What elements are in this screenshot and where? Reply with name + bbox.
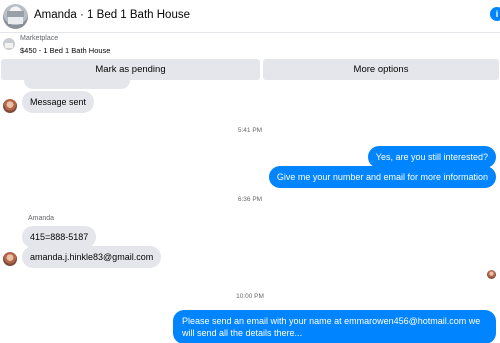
more-options-button[interactable]: More options — [263, 59, 499, 80]
message-sent-bubble: Message sent — [22, 91, 95, 113]
outgoing-message: Yes, are you still interested? — [367, 146, 496, 168]
timestamp: 5:41 PM — [237, 127, 263, 134]
incoming-message: 415=888-5187 — [22, 226, 97, 248]
mark-as-pending-button[interactable]: Mark as pending — [1, 59, 260, 80]
outgoing-message: Please send an email with your name at e… — [173, 310, 496, 343]
conversation-title[interactable]: Amanda · 1 Bed 1 Bath House — [34, 9, 190, 21]
outgoing-message: Give me your number and email for more i… — [268, 166, 496, 188]
contact-avatar[interactable] — [3, 99, 17, 113]
sender-name: Amanda — [28, 215, 55, 222]
incoming-message: amanda.j.hinkle83@gmail.com — [22, 246, 162, 268]
listing-title[interactable]: $450 - 1 Bed 1 Bath House — [20, 46, 110, 55]
timestamp: 6:36 PM — [237, 196, 263, 203]
read-receipt-avatar — [487, 270, 496, 279]
contact-avatar[interactable] — [3, 252, 17, 266]
timestamp: 10:00 PM — [236, 293, 264, 300]
info-icon[interactable]: i — [490, 7, 500, 21]
marketplace-label: Marketplace — [20, 35, 59, 42]
chat-header: Amanda · 1 Bed 1 Bath House i — [0, 0, 500, 33]
listing-avatar[interactable] — [3, 4, 28, 29]
marketplace-listing-strip[interactable]: Marketplace $450 - 1 Bed 1 Bath House — [0, 33, 500, 59]
listing-thumbnail — [3, 38, 15, 50]
listing-actions: Mark as pending More options — [0, 59, 500, 81]
previous-message-bubble — [24, 80, 130, 89]
house-base-shape — [8, 17, 23, 24]
